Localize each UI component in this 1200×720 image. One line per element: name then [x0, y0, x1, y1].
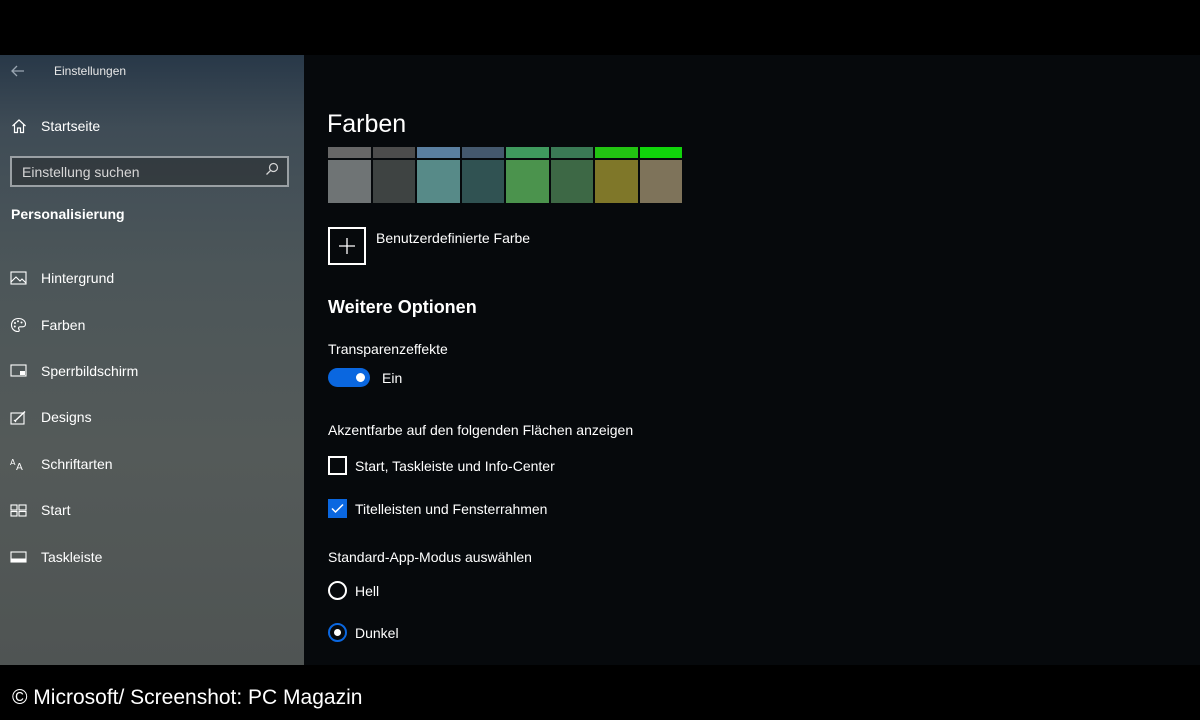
- custom-color-label: Benutzerdefinierte Farbe: [376, 230, 531, 246]
- image-icon: [10, 270, 27, 287]
- color-swatch-top-7[interactable]: [595, 147, 638, 158]
- color-swatch-7[interactable]: [595, 160, 638, 203]
- search-box[interactable]: [10, 156, 289, 187]
- radio-hell[interactable]: Hell: [328, 581, 379, 600]
- radio-button-selected[interactable]: [328, 623, 347, 642]
- sidebar-item-label: Designs: [41, 409, 92, 426]
- color-swatch-grid: [328, 147, 682, 203]
- plus-icon[interactable]: [328, 227, 366, 265]
- image-caption: © Microsoft/ Screenshot: PC Magazin: [12, 686, 363, 709]
- checkbox-label: Start, Taskleiste und Info-Center: [355, 457, 555, 474]
- sidebar-item-designs[interactable]: Designs: [0, 394, 304, 440]
- palette-icon: [10, 316, 27, 333]
- color-swatch-top-5[interactable]: [506, 147, 549, 158]
- page-title: Farben: [327, 110, 407, 138]
- main-content: Farben Benutzerdefinierte Farbe Weitere …: [304, 55, 1200, 665]
- start-icon: [10, 502, 27, 519]
- color-swatch-4[interactable]: [461, 160, 504, 203]
- designs-icon: [10, 409, 27, 426]
- color-swatch-3[interactable]: [417, 160, 460, 203]
- sidebar-item-label: Sperrbildschirm: [41, 362, 139, 379]
- back-arrow-icon[interactable]: [0, 55, 36, 87]
- sidebar-item-label: Farben: [41, 316, 86, 333]
- sidebar-item-farben[interactable]: Farben: [0, 301, 304, 347]
- title-bar: Einstellungen: [0, 55, 304, 87]
- sidebar-item-label: Startseite: [41, 118, 101, 134]
- taskbar-icon: [10, 548, 27, 565]
- toggle-knob: [356, 373, 365, 382]
- color-swatch-1[interactable]: [328, 160, 371, 203]
- top-black-bar: [0, 0, 1200, 55]
- radio-dunkel[interactable]: Dunkel: [328, 623, 399, 642]
- app-title: Einstellungen: [54, 64, 127, 78]
- search-icon[interactable]: [265, 162, 279, 181]
- transparency-label: Transparenzeffekte: [328, 341, 448, 357]
- color-swatch-8[interactable]: [639, 160, 682, 203]
- sidebar-item-taskleiste[interactable]: Taskleiste: [0, 533, 304, 579]
- color-swatch-top-4[interactable]: [461, 147, 504, 158]
- sidebar-nav: Hintergrund Farben Sperrbildschirm Desig…: [0, 255, 304, 580]
- app-mode-label: Standard-App-Modus auswählen: [328, 549, 532, 565]
- checkbox-start-taskbar[interactable]: Start, Taskleiste und Info-Center: [328, 456, 555, 475]
- sidebar-item-label: Schriftarten: [41, 455, 113, 472]
- fonts-icon: AA: [10, 455, 27, 472]
- color-swatch-2[interactable]: [372, 160, 415, 203]
- radio-button[interactable]: [328, 581, 347, 600]
- sidebar-item-home[interactable]: Startseite: [10, 111, 100, 141]
- search-input[interactable]: [22, 163, 252, 180]
- transparency-toggle[interactable]: [328, 368, 370, 387]
- custom-color-button[interactable]: Benutzerdefinierte Farbe: [328, 227, 530, 265]
- sidebar-item-hintergrund[interactable]: Hintergrund: [0, 255, 304, 301]
- checkbox-checked[interactable]: [328, 499, 347, 518]
- transparency-toggle-row: Ein: [328, 368, 402, 387]
- home-icon: [10, 118, 27, 135]
- sidebar-item-sperrbildschirm[interactable]: Sperrbildschirm: [0, 348, 304, 394]
- color-swatch-6[interactable]: [550, 160, 593, 203]
- accent-surfaces-label: Akzentfarbe auf den folgenden Flächen an…: [328, 422, 634, 438]
- checkbox-unchecked[interactable]: [328, 456, 347, 475]
- radio-label: Dunkel: [355, 624, 399, 641]
- toggle-state-label: Ein: [382, 369, 403, 386]
- sidebar-item-label: Hintergrund: [41, 270, 115, 287]
- radio-dot: [334, 629, 341, 636]
- sidebar-item-start[interactable]: Start: [0, 487, 304, 533]
- color-swatch-top-6[interactable]: [550, 147, 593, 158]
- radio-label: Hell: [355, 582, 380, 599]
- settings-window: Einstellungen Startseite Personalisierun…: [0, 55, 1200, 665]
- sidebar-item-label: Start: [41, 502, 71, 519]
- lock-screen-icon: [10, 362, 27, 379]
- color-swatch-top-1[interactable]: [328, 147, 371, 158]
- more-options-heading: Weitere Optionen: [328, 297, 477, 317]
- swatch-row-bottom: [328, 160, 682, 203]
- swatch-row-top: [328, 147, 682, 158]
- sidebar: Einstellungen Startseite Personalisierun…: [0, 55, 304, 665]
- color-swatch-top-3[interactable]: [417, 147, 460, 158]
- color-swatch-top-2[interactable]: [372, 147, 415, 158]
- color-swatch-top-8[interactable]: [639, 147, 682, 158]
- checkbox-titlebars[interactable]: Titelleisten und Fensterrahmen: [328, 499, 547, 518]
- svg-text:A: A: [16, 462, 23, 471]
- sidebar-item-label: Taskleiste: [41, 548, 103, 565]
- checkbox-label: Titelleisten und Fensterrahmen: [355, 500, 548, 517]
- sidebar-item-schriftarten[interactable]: AA Schriftarten: [0, 441, 304, 487]
- checkmark-icon: [331, 503, 344, 514]
- color-swatch-5[interactable]: [506, 160, 549, 203]
- section-title: Personalisierung: [11, 206, 125, 222]
